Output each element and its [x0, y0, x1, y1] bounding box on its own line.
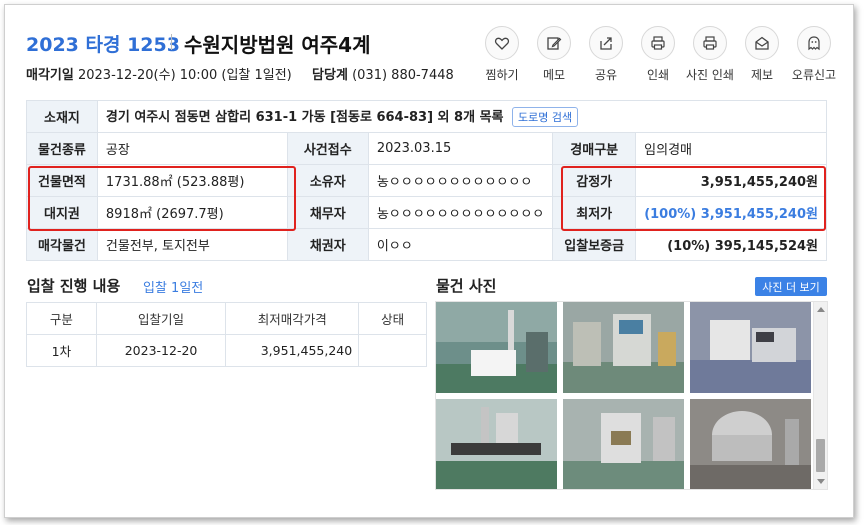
- column-header: 입찰기일: [95, 302, 227, 335]
- error-ghost-icon: [808, 36, 820, 51]
- sale-items-value: 건물전부, 토지전부: [96, 228, 288, 261]
- item-type-value: 공장: [96, 132, 288, 165]
- status-cell: [358, 334, 427, 367]
- wishlist-button[interactable]: 찜하기: [476, 26, 528, 83]
- case-number: 2023 타경 1253: [26, 34, 180, 56]
- table-row: 매각물건 건물전부, 토지전부 채권자 이ㅇㅇ 입찰보증금 (10%) 395,…: [26, 228, 827, 261]
- sale-date-value: 2023-12-20(수) 10:00 (입찰 1일전): [77, 68, 292, 83]
- contact-label: 담당계: [312, 68, 348, 83]
- photo-print-button[interactable]: 사진 인쇄: [684, 26, 736, 83]
- item-type-label: 물건종류: [26, 132, 98, 165]
- bid-history-table: 구분 입찰기일 최저매각가격 상태 1차 2023-12-20 3,951,45…: [26, 302, 427, 367]
- area-highlight-box: [28, 166, 296, 231]
- property-photo[interactable]: [563, 399, 684, 489]
- location-value: 경기 여주시 점동면 삼합리 631-1 가동 [점동로 664-83] 외 8…: [105, 110, 504, 125]
- sale-items-label: 매각물건: [26, 228, 98, 261]
- case-received-value: 2023.03.15: [367, 132, 554, 165]
- road-name-search-button[interactable]: 도로명 검색: [512, 107, 579, 127]
- column-header: 상태: [358, 302, 427, 335]
- print-button[interactable]: 인쇄: [632, 26, 684, 83]
- photo-gallery-scrollbar[interactable]: [813, 302, 827, 489]
- mail-report-icon: [755, 36, 769, 50]
- report-button[interactable]: 제보: [736, 26, 788, 83]
- round-cell: 1차: [26, 334, 97, 367]
- error-report-button[interactable]: 오류신고: [788, 26, 840, 83]
- share-label: 공유: [594, 68, 618, 82]
- date-cell: 2023-12-20: [95, 334, 227, 367]
- print-label: 인쇄: [646, 68, 670, 82]
- contact-value: (031) 880-7448: [352, 68, 454, 83]
- more-photos-button[interactable]: 사진 더 보기: [755, 277, 827, 296]
- location-label: 소재지: [26, 100, 98, 133]
- table-row: 물건종류 공장 사건접수 2023.03.15 경매구분 임의경매: [26, 132, 827, 165]
- property-photo[interactable]: [436, 399, 557, 489]
- auction-type-value: 임의경매: [635, 132, 827, 165]
- court-name: 수원지방법원 여주4계: [184, 33, 371, 57]
- memo-label: 메모: [542, 68, 566, 82]
- photos-title: 물건 사진: [436, 277, 497, 295]
- property-photo[interactable]: [690, 399, 811, 489]
- table-row: 소재지 경기 여주시 점동면 삼합리 631-1 가동 [점동로 664-83]…: [26, 100, 828, 133]
- debtor-label: 채무자: [286, 196, 369, 229]
- column-header: 최저매각가격: [225, 302, 360, 335]
- memo-edit-icon: [547, 37, 562, 50]
- scroll-up-arrow-icon[interactable]: [817, 307, 825, 312]
- table-row: 1차 2023-12-20 3,951,455,240: [26, 334, 427, 367]
- report-label: 제보: [750, 68, 774, 82]
- share-icon: [600, 37, 612, 50]
- sale-date-label: 매각기일: [26, 68, 74, 83]
- photo-print-label: 사진 인쇄: [686, 68, 734, 82]
- memo-button[interactable]: 메모: [528, 26, 580, 83]
- scroll-down-arrow-icon[interactable]: [817, 479, 825, 484]
- deposit-label: 입찰보증금: [552, 228, 637, 261]
- owner-value: 농ㅇㅇㅇㅇㅇㅇㅇㅇㅇㅇㅇㅇ: [367, 164, 554, 197]
- photo-printer-icon: [703, 36, 717, 50]
- creditor-label: 채권자: [286, 228, 369, 261]
- min-price-cell: 3,951,455,240: [225, 334, 360, 367]
- share-button[interactable]: 공유: [580, 26, 632, 83]
- case-received-label: 사건접수: [286, 132, 369, 165]
- wishlist-label: 찜하기: [485, 68, 519, 82]
- location-cell: 경기 여주시 점동면 삼합리 631-1 가동 [점동로 664-83] 외 8…: [96, 100, 828, 133]
- auction-type-label: 경매구분: [552, 132, 637, 165]
- creditor-value: 이ㅇㅇ: [367, 228, 554, 261]
- owner-label: 소유자: [286, 164, 369, 197]
- property-photo[interactable]: [690, 302, 811, 393]
- sale-info-line: 매각기일 2023-12-20(수) 10:00 (입찰 1일전) 담당계 (0…: [26, 64, 454, 83]
- action-toolbar: 찜하기 메모 공유 인쇄 사진 인쇄 제보 오류신고: [476, 26, 840, 83]
- column-header: 구분: [26, 302, 97, 335]
- error-report-label: 오류신고: [791, 68, 837, 82]
- price-highlight-box: [561, 166, 826, 231]
- title-divider: [171, 34, 172, 50]
- heart-icon: [494, 37, 510, 50]
- deposit-value: (10%) 395,145,524원: [635, 228, 827, 261]
- printer-icon: [651, 36, 665, 50]
- property-photo[interactable]: [436, 302, 557, 393]
- debtor-value: 농ㅇㅇㅇㅇㅇㅇㅇㅇㅇㅇㅇㅇㅇ: [367, 196, 554, 229]
- scroll-thumb[interactable]: [816, 439, 825, 472]
- photo-gallery: [435, 301, 828, 490]
- property-photo[interactable]: [563, 302, 684, 393]
- table-header-row: 구분 입찰기일 최저매각가격 상태: [26, 302, 427, 335]
- bid-progress-title: 입찰 진행 내용: [27, 277, 121, 295]
- bid-progress-subtitle: 입찰 1일전: [143, 281, 204, 296]
